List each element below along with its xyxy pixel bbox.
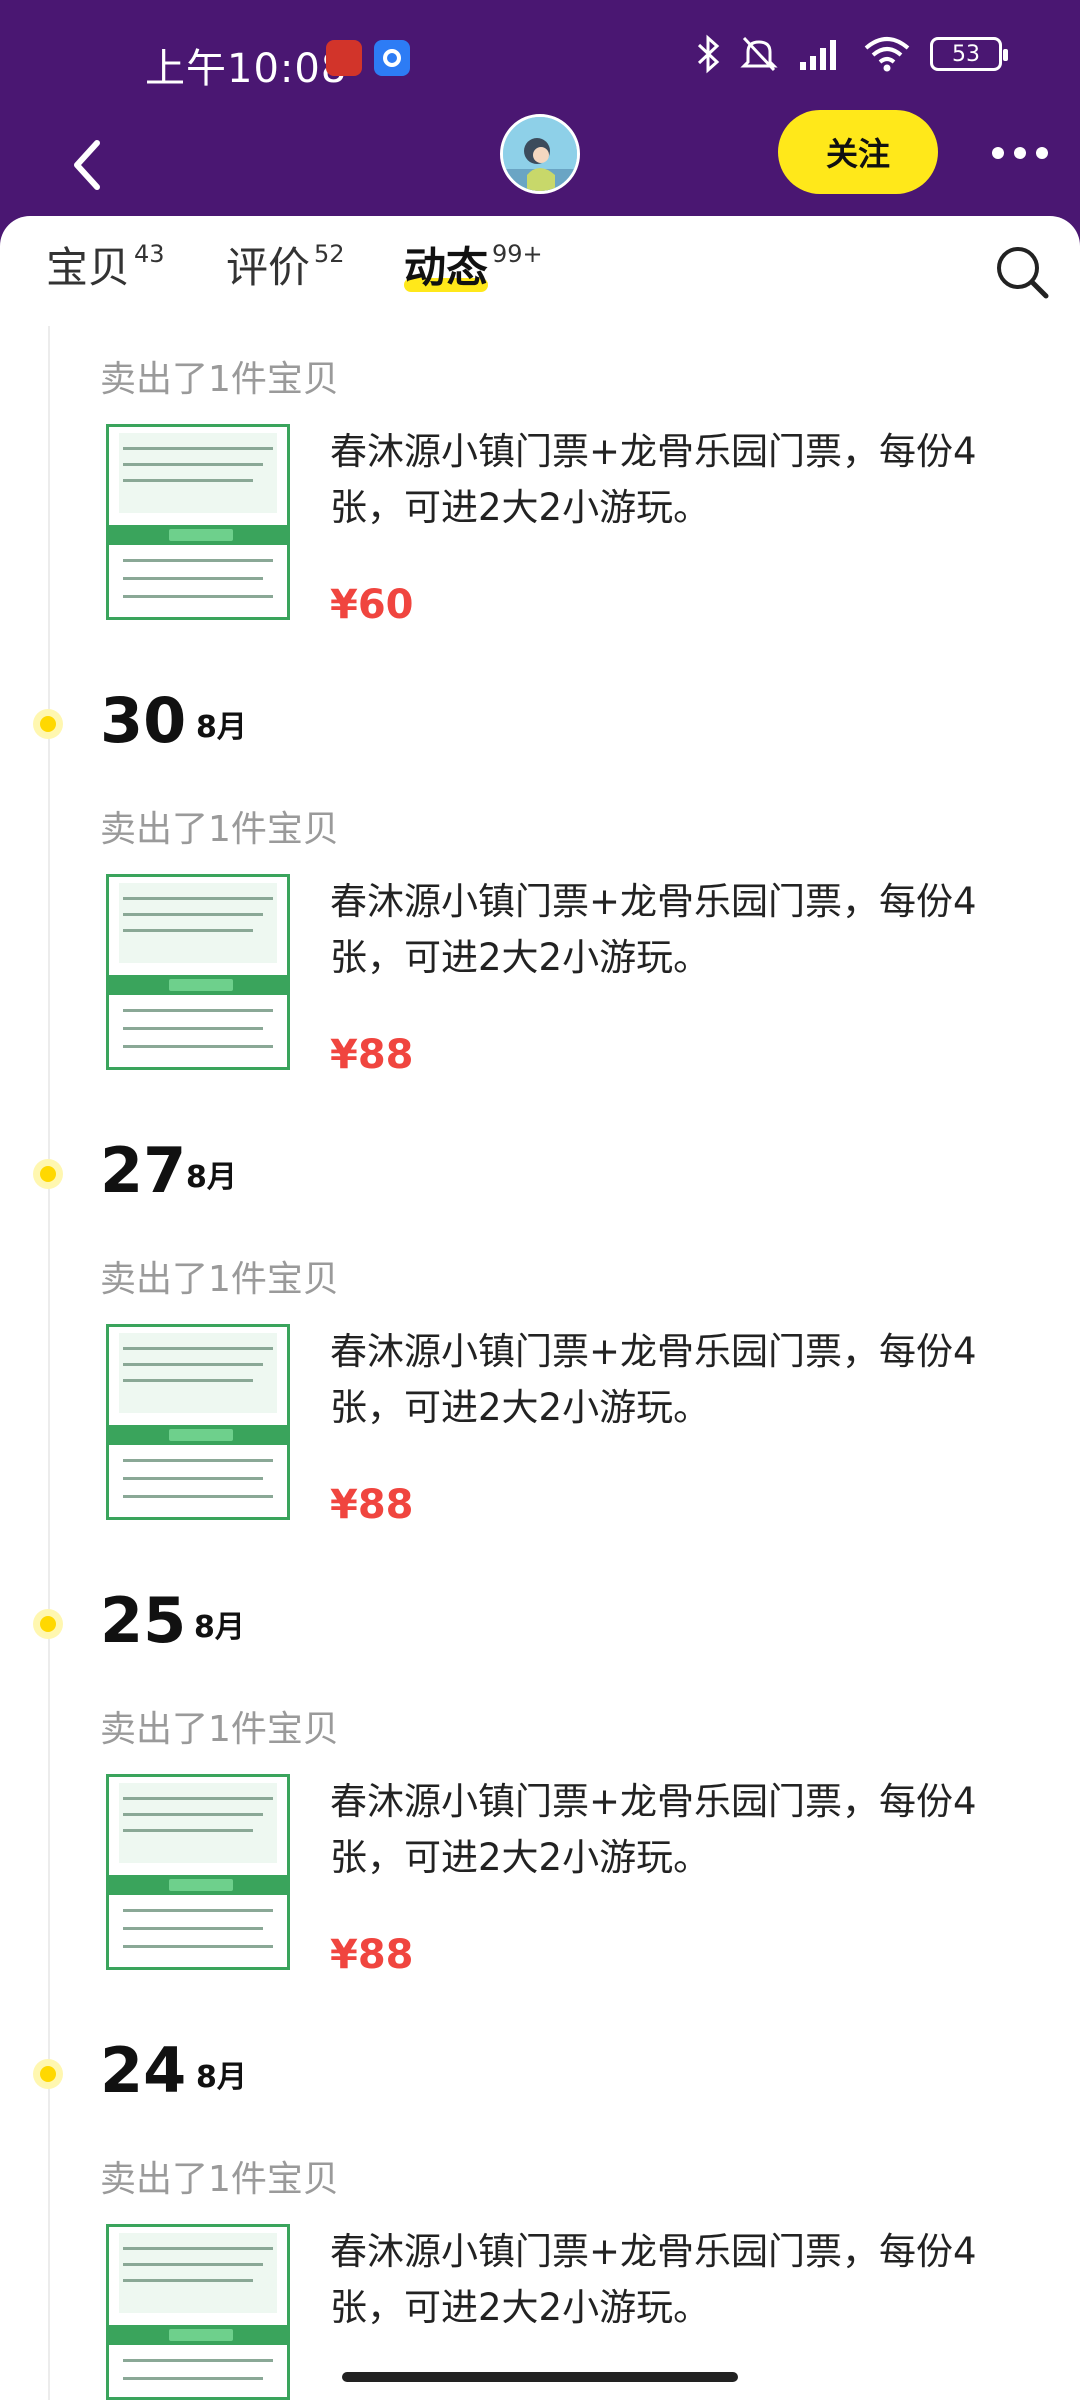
sold-label: 卖出了1件宝贝 (100, 1259, 339, 1300)
timeline-dot (33, 1609, 63, 1639)
product-price: ¥60 (330, 582, 414, 628)
date-day: 25 (100, 1584, 187, 1657)
home-indicator[interactable] (342, 2372, 738, 2382)
product-price: ¥88 (330, 1482, 414, 1528)
more-dots-icon[interactable] (970, 118, 1070, 188)
product-title[interactable]: 春沐源小镇门票+龙骨乐园门票，每份4张，可进2大2小游玩。 (330, 424, 1020, 536)
timeline-dot (33, 709, 63, 739)
avatar[interactable] (500, 114, 580, 194)
product-title[interactable]: 春沐源小镇门票+龙骨乐园门票，每份4张，可进2大2小游玩。 (330, 874, 1020, 986)
sold-label: 卖出了1件宝贝 (100, 1709, 339, 1750)
activity-feed: 卖出了1件宝贝 春沐源小镇门票+龙骨乐园门票，每份4张，可进2大2小游玩。 ¥6… (0, 216, 1080, 2400)
product-price: ¥88 (330, 1032, 414, 1078)
sold-label: 卖出了1件宝贝 (100, 2159, 339, 2200)
product-thumbnail[interactable] (106, 424, 290, 620)
date-month: 8月 (196, 710, 247, 745)
date-month: 8月 (196, 2060, 247, 2095)
wifi-icon (864, 37, 910, 72)
product-thumbnail[interactable] (106, 1324, 290, 1520)
status-bar: 上午10:08 53 (0, 0, 1080, 110)
product-price: ¥88 (330, 1932, 414, 1978)
back-arrow-icon (74, 140, 100, 190)
date-month: 8月 (186, 1160, 237, 1195)
content-sheet: 宝贝 43 评价 52 动态 99+ 卖出了1件宝贝 春沐源小镇门票+龙骨乐园门… (0, 216, 1080, 2400)
status-icons: 53 (696, 34, 1008, 74)
follow-button[interactable]: 关注 (778, 110, 938, 194)
notification-app-icon-2 (374, 40, 410, 76)
product-thumbnail[interactable] (106, 874, 290, 1070)
avatar-image (503, 117, 577, 191)
date-month: 8月 (194, 1610, 245, 1645)
tab-label: 动态 (404, 240, 489, 296)
battery-icon: 53 (930, 37, 1008, 71)
status-time: 上午10:08 (145, 46, 348, 92)
mute-icon (740, 36, 778, 72)
product-title[interactable]: 春沐源小镇门票+龙骨乐园门票，每份4张，可进2大2小游玩。 (330, 1324, 1020, 1436)
bluetooth-icon (697, 34, 720, 74)
back-button[interactable] (52, 130, 122, 200)
date-day: 30 (100, 684, 187, 757)
sold-label: 卖出了1件宝贝 (100, 359, 339, 400)
top-nav-bar: 关注 (0, 110, 1080, 220)
signal-icon (800, 40, 836, 70)
date-day: 24 (100, 2034, 187, 2107)
notification-app-icon (326, 40, 362, 76)
product-title[interactable]: 春沐源小镇门票+龙骨乐园门票，每份4张，可进2大2小游玩。 (330, 2224, 1020, 2336)
timeline-dot (33, 1159, 63, 1189)
sold-label: 卖出了1件宝贝 (100, 809, 339, 850)
timeline-dot (33, 2059, 63, 2089)
product-thumbnail[interactable] (106, 2224, 290, 2400)
product-title[interactable]: 春沐源小镇门票+龙骨乐园门票，每份4张，可进2大2小游玩。 (330, 1774, 1020, 1886)
product-thumbnail[interactable] (106, 1774, 290, 1970)
date-day: 27 (100, 1134, 187, 1207)
